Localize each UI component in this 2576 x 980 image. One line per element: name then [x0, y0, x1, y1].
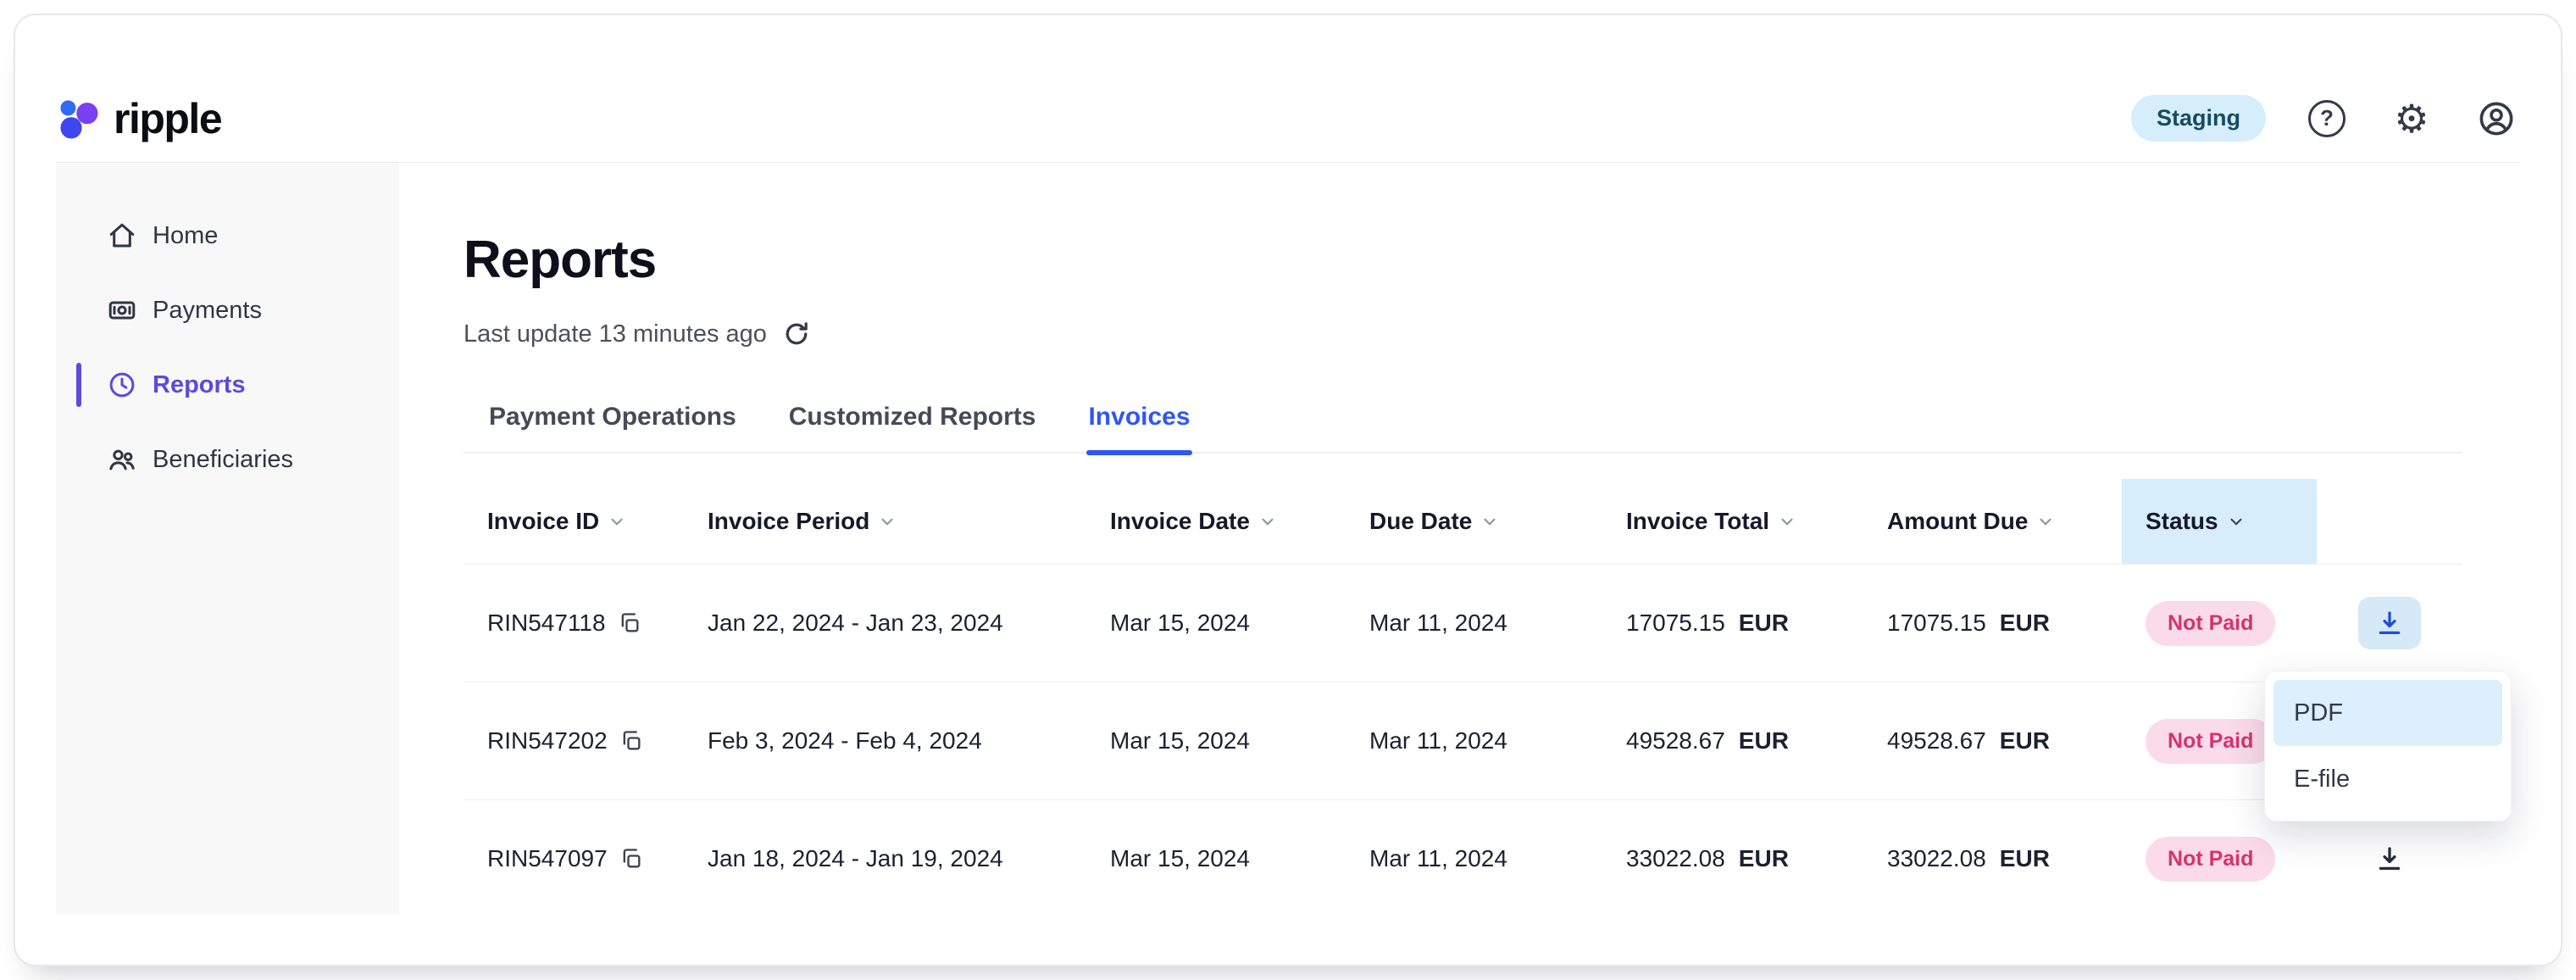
invoice-period: Jan 22, 2024 - Jan 23, 2024	[684, 610, 1086, 637]
column-header-invoice-total[interactable]: Invoice Total	[1602, 479, 1863, 564]
ripple-logo-icon	[56, 96, 102, 142]
column-header-invoice-id[interactable]: Invoice ID	[464, 479, 684, 564]
copy-button[interactable]	[618, 611, 641, 635]
sidebar: Home Payments Reports	[56, 163, 399, 914]
download-menu: PDF E-file	[2264, 671, 2512, 821]
table-row: RIN547202 Feb 3, 2024 - Feb 4, 2024 Mar …	[464, 682, 2462, 799]
status-cell: Not Paid	[2122, 837, 2317, 882]
top-header: ripple Staging ? ⚙	[56, 75, 2520, 163]
status-badge: Not Paid	[2146, 719, 2275, 764]
column-header-due-date[interactable]: Due Date	[1346, 479, 1602, 564]
app-window: ripple Staging ? ⚙	[14, 14, 2562, 966]
due-date: Mar 11, 2024	[1346, 610, 1602, 637]
content-row: Home Payments Reports	[56, 163, 2520, 914]
sort-chevron-icon	[608, 512, 626, 531]
copy-button[interactable]	[619, 847, 643, 871]
amount-due: 49528.67EUR	[1863, 727, 2122, 754]
column-header-status[interactable]: Status	[2122, 479, 2317, 564]
invoice-id: RIN547118	[487, 610, 606, 637]
help-icon: ?	[2308, 100, 2346, 137]
status-badge: Not Paid	[2146, 837, 2275, 882]
invoice-date: Mar 15, 2024	[1086, 727, 1346, 754]
sidebar-item-label: Reports	[153, 371, 246, 399]
invoice-date: Mar 15, 2024	[1086, 845, 1346, 872]
table-row: RIN547097 Jan 18, 2024 - Jan 19, 2024 Ma…	[464, 799, 2462, 917]
download-icon	[2375, 844, 2404, 873]
last-update-text: Last update 13 minutes ago	[464, 320, 767, 348]
tab-customized-reports[interactable]: Customized Reports	[787, 403, 1038, 452]
column-header-invoice-date[interactable]: Invoice Date	[1086, 479, 1346, 564]
actions-cell	[2317, 597, 2462, 649]
main-content: Reports Last update 13 minutes ago Payme…	[399, 163, 2520, 914]
invoice-date: Mar 15, 2024	[1086, 610, 1346, 637]
column-header-invoice-period[interactable]: Invoice Period	[684, 479, 1086, 564]
actions-cell	[2317, 832, 2462, 885]
menu-option-pdf[interactable]: PDF	[2273, 680, 2502, 746]
amount-due: 17075.15EUR	[1863, 610, 2122, 637]
copy-icon	[619, 729, 643, 753]
status-cell: Not Paid	[2122, 601, 2317, 646]
column-header-amount-due[interactable]: Amount Due	[1863, 479, 2122, 564]
sort-chevron-icon	[1778, 512, 1796, 531]
invoice-total: 49528.67EUR	[1602, 727, 1863, 754]
environment-badge: Staging	[2131, 95, 2266, 142]
copy-icon	[619, 847, 643, 871]
due-date: Mar 11, 2024	[1346, 845, 1602, 872]
invoice-period: Feb 3, 2024 - Feb 4, 2024	[684, 727, 1086, 754]
amount-due: 33022.08EUR	[1863, 845, 2122, 872]
due-date: Mar 11, 2024	[1346, 727, 1602, 754]
topbar-actions: Staging ? ⚙	[2131, 95, 2520, 142]
status-badge: Not Paid	[2146, 601, 2275, 646]
table-row: RIN547118 Jan 22, 2024 - Jan 23, 2024 Ma…	[464, 564, 2462, 682]
column-header-actions	[2317, 479, 2462, 564]
payments-icon	[107, 295, 137, 326]
tab-invoices[interactable]: Invoices	[1086, 403, 1191, 452]
brand-name: ripple	[114, 94, 221, 143]
refresh-button[interactable]	[782, 320, 811, 348]
tabs: Payment Operations Customized Reports In…	[464, 403, 2462, 454]
sidebar-item-beneficiaries[interactable]: Beneficiaries	[56, 422, 399, 497]
sort-chevron-icon	[1480, 512, 1499, 531]
last-update: Last update 13 minutes ago	[464, 320, 2462, 348]
account-button[interactable]	[2473, 95, 2520, 142]
reports-icon	[107, 370, 137, 400]
sidebar-item-home[interactable]: Home	[56, 198, 399, 273]
settings-button[interactable]: ⚙	[2388, 95, 2435, 142]
download-icon	[2375, 609, 2404, 638]
download-button[interactable]	[2358, 832, 2421, 885]
sort-chevron-icon	[1258, 512, 1277, 531]
download-button[interactable]	[2358, 597, 2421, 649]
invoice-total: 33022.08EUR	[1602, 845, 1863, 872]
copy-icon	[618, 611, 641, 635]
sidebar-item-reports[interactable]: Reports	[56, 348, 399, 422]
invoice-id-cell: RIN547202	[464, 727, 684, 754]
copy-button[interactable]	[619, 729, 643, 753]
invoice-id-cell: RIN547097	[464, 845, 684, 872]
help-button[interactable]: ?	[2303, 95, 2351, 142]
sidebar-item-label: Home	[153, 222, 218, 250]
active-indicator	[76, 363, 81, 407]
tab-payment-operations[interactable]: Payment Operations	[487, 403, 738, 452]
sort-chevron-icon	[2227, 512, 2246, 531]
beneficiaries-icon	[107, 444, 137, 475]
sort-chevron-icon	[878, 512, 897, 531]
brand[interactable]: ripple	[56, 94, 221, 143]
invoice-id: RIN547202	[487, 727, 608, 754]
invoice-id: RIN547097	[487, 845, 608, 872]
invoice-total: 17075.15EUR	[1602, 610, 1863, 637]
sidebar-item-label: Payments	[153, 297, 262, 325]
gear-icon: ⚙	[2394, 99, 2429, 138]
menu-option-efile[interactable]: E-file	[2273, 746, 2502, 812]
sidebar-item-payments[interactable]: Payments	[56, 273, 399, 348]
table-header: Invoice ID Invoice Period Invoice Date D…	[464, 479, 2462, 564]
home-icon	[107, 220, 137, 251]
sidebar-item-label: Beneficiaries	[153, 446, 293, 474]
invoice-id-cell: RIN547118	[464, 610, 684, 637]
user-icon	[2477, 99, 2516, 138]
refresh-icon	[782, 320, 811, 348]
page-title: Reports	[464, 231, 2462, 289]
invoice-period: Jan 18, 2024 - Jan 19, 2024	[684, 845, 1086, 872]
sort-chevron-icon	[2036, 512, 2055, 531]
